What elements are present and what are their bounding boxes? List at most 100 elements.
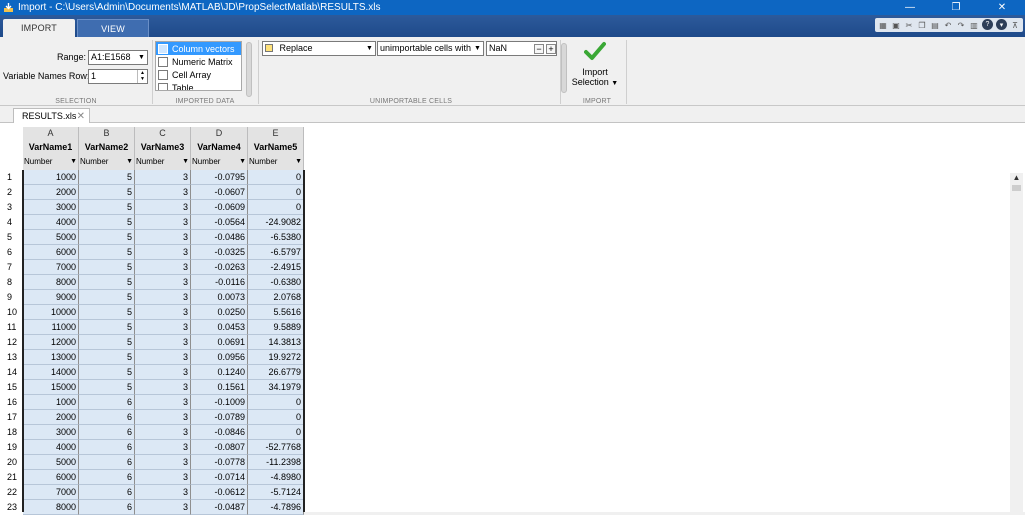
switch-windows-icon[interactable]: ▥ <box>968 19 980 31</box>
table-cell[interactable]: 5 <box>79 350 135 365</box>
variable-name[interactable]: VarName1 <box>23 139 78 155</box>
variable-name[interactable]: VarName5 <box>248 139 303 155</box>
table-cell[interactable]: 3 <box>135 470 191 485</box>
table-cell[interactable]: 6 <box>79 395 135 410</box>
chevron-down-icon[interactable]: ▼ <box>295 155 302 168</box>
table-cell[interactable]: 4000 <box>23 215 79 230</box>
help-icon[interactable]: ? <box>982 19 993 30</box>
table-cell[interactable]: 6 <box>79 440 135 455</box>
grid-vertical-scrollbar[interactable]: ▲ <box>1010 173 1023 512</box>
rule-checkbox[interactable] <box>265 44 273 52</box>
tab-results-xls[interactable]: RESULTS.xls ✕ <box>13 108 90 123</box>
table-cell[interactable]: 0.0453 <box>191 320 248 335</box>
table-cell[interactable]: 26.6779 <box>248 365 304 380</box>
undo-icon[interactable]: ↶ <box>942 19 954 31</box>
table-cell[interactable]: 3 <box>135 290 191 305</box>
table-cell[interactable]: -0.0486 <box>191 230 248 245</box>
table-cell[interactable]: 6 <box>79 455 135 470</box>
chevron-down-icon[interactable]: ▼ <box>70 155 77 168</box>
table-cell[interactable]: 0 <box>248 185 304 200</box>
scrollbar-thumb[interactable] <box>1012 185 1021 191</box>
table-cell[interactable]: 12000 <box>23 335 79 350</box>
table-cell[interactable]: 0.1561 <box>191 380 248 395</box>
output-type-list[interactable]: Column vectors Numeric Matrix Cell Array… <box>155 41 242 91</box>
restore-button[interactable]: ❐ <box>933 0 979 15</box>
table-cell[interactable]: 9.5889 <box>248 320 304 335</box>
chevron-down-icon[interactable]: ▼ <box>239 155 246 168</box>
collapse-icon[interactable]: ⊼ <box>1009 19 1021 31</box>
column-type-dropdown[interactable]: Number ▼ <box>135 155 190 168</box>
search-icon[interactable]: ▾ <box>996 19 1007 30</box>
column-type-dropdown[interactable]: Number ▼ <box>23 155 78 168</box>
table-cell[interactable]: 5 <box>79 260 135 275</box>
table-cell[interactable]: 6 <box>79 425 135 440</box>
output-type-scrollbar[interactable] <box>246 42 252 97</box>
table-cell[interactable]: -0.0609 <box>191 200 248 215</box>
chevron-down-icon[interactable]: ▼ <box>365 43 374 54</box>
paste-icon[interactable]: ▤ <box>929 19 941 31</box>
chevron-down-icon[interactable]: ▼ <box>126 155 133 168</box>
table-cell[interactable]: -0.0789 <box>191 410 248 425</box>
remove-rule-button[interactable]: − <box>534 44 544 54</box>
add-rule-button[interactable]: + <box>546 44 556 54</box>
table-cell[interactable]: 6000 <box>23 245 79 260</box>
chevron-down-icon[interactable]: ▼ <box>611 80 618 87</box>
table-cell[interactable]: 5 <box>79 335 135 350</box>
table-cell[interactable]: -6.5380 <box>248 230 304 245</box>
spinner-icon[interactable]: ▲ ▼ <box>137 70 147 83</box>
chevron-down-icon[interactable]: ▼ <box>473 43 482 54</box>
table-cell[interactable]: 5 <box>79 215 135 230</box>
copy-icon[interactable]: ❐ <box>916 19 928 31</box>
table-cell[interactable]: 3 <box>135 425 191 440</box>
table-cell[interactable]: 3 <box>135 335 191 350</box>
table-cell[interactable]: 3 <box>135 500 191 515</box>
table-cell[interactable]: 0.1240 <box>191 365 248 380</box>
table-cell[interactable]: 10000 <box>23 305 79 320</box>
table-cell[interactable]: 3 <box>135 185 191 200</box>
table-cell[interactable]: -0.0487 <box>191 500 248 515</box>
column-header[interactable]: D VarName4 Number ▼ <box>191 127 248 170</box>
table-cell[interactable]: 2000 <box>23 410 79 425</box>
table-cell[interactable]: 5000 <box>23 230 79 245</box>
table-cell[interactable]: 5 <box>79 200 135 215</box>
table-cell[interactable]: -0.0778 <box>191 455 248 470</box>
rules-scrollbar[interactable] <box>561 43 567 93</box>
rule-condition-dropdown[interactable]: unimportable cells with ▼ <box>377 41 484 56</box>
table-cell[interactable]: -0.0795 <box>191 170 248 185</box>
table-cell[interactable]: 3 <box>135 215 191 230</box>
type-numeric-matrix[interactable]: Numeric Matrix <box>156 55 241 68</box>
table-cell[interactable]: 9000 <box>23 290 79 305</box>
variable-name[interactable]: VarName2 <box>79 139 134 155</box>
table-cell[interactable]: 0.0073 <box>191 290 248 305</box>
table-cell[interactable]: 6000 <box>23 470 79 485</box>
table-cell[interactable]: -4.8980 <box>248 470 304 485</box>
table-cell[interactable]: 8000 <box>23 275 79 290</box>
variable-name[interactable]: VarName4 <box>191 139 247 155</box>
minimize-button[interactable]: — <box>887 0 933 15</box>
range-field[interactable]: A1:E1568 ▼ <box>88 50 148 65</box>
table-cell[interactable]: 3 <box>135 455 191 470</box>
table-cell[interactable]: 14.3813 <box>248 335 304 350</box>
column-header[interactable]: A VarName1 Number ▼ <box>23 127 79 170</box>
table-cell[interactable]: -0.6380 <box>248 275 304 290</box>
tab-view[interactable]: VIEW <box>77 19 149 37</box>
table-cell[interactable]: 6 <box>79 485 135 500</box>
table-cell[interactable]: 3 <box>135 365 191 380</box>
redo-icon[interactable]: ↷ <box>955 19 967 31</box>
cut-icon[interactable]: ✂ <box>903 19 915 31</box>
table-cell[interactable]: 15000 <box>23 380 79 395</box>
table-cell[interactable]: 19.9272 <box>248 350 304 365</box>
table-cell[interactable]: -0.0807 <box>191 440 248 455</box>
import-selection-button[interactable]: Import Selection ▼ <box>569 41 621 93</box>
table-cell[interactable]: 13000 <box>23 350 79 365</box>
rule-action-dropdown[interactable]: Replace ▼ <box>262 41 376 56</box>
table-cell[interactable]: -11.2398 <box>248 455 304 470</box>
column-header[interactable]: E VarName5 Number ▼ <box>248 127 304 170</box>
table-cell[interactable]: -0.0607 <box>191 185 248 200</box>
table-cell[interactable]: 6 <box>79 470 135 485</box>
table-cell[interactable]: 0 <box>248 395 304 410</box>
table-cell[interactable]: 5 <box>79 290 135 305</box>
variable-name[interactable]: VarName3 <box>135 139 190 155</box>
table-cell[interactable]: 5000 <box>23 455 79 470</box>
table-cell[interactable]: 3 <box>135 350 191 365</box>
